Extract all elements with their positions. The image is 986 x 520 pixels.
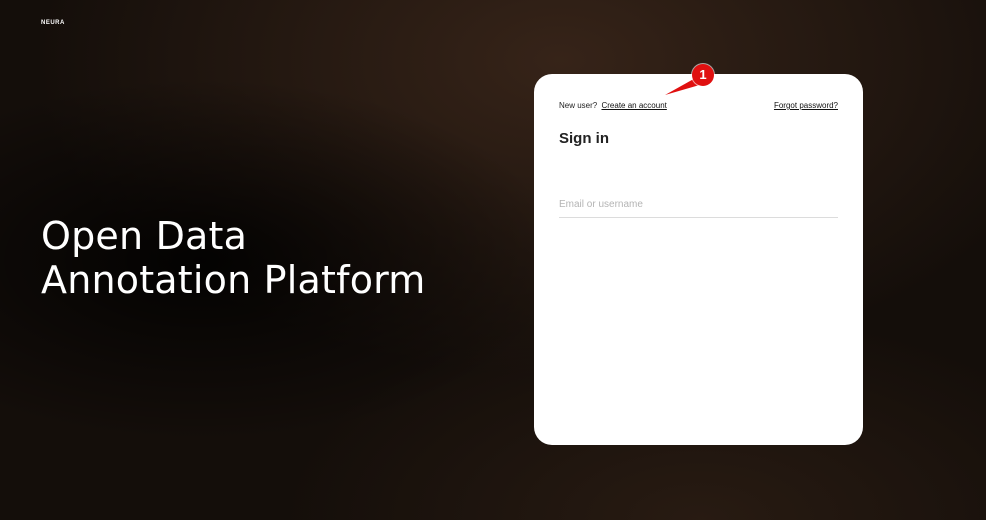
- new-user-prompt: New user? Create an account: [559, 101, 667, 110]
- email-username-input[interactable]: [559, 197, 838, 218]
- forgot-password-link[interactable]: Forgot password?: [774, 101, 838, 110]
- create-account-link[interactable]: Create an account: [601, 101, 666, 110]
- brand-logo: NEURA: [41, 20, 65, 26]
- signin-card: New user? Create an account Forgot passw…: [534, 74, 863, 445]
- signin-top-links: New user? Create an account Forgot passw…: [559, 101, 838, 110]
- hero-title-line-1: Open Data: [41, 214, 248, 258]
- hero-title-line-2: Annotation Platform: [41, 258, 426, 302]
- hero-title: Open Data Annotation Platform: [41, 214, 426, 302]
- new-user-label: New user?: [559, 101, 598, 110]
- annotation-badge: 1: [692, 64, 714, 86]
- signin-title: Sign in: [559, 130, 609, 147]
